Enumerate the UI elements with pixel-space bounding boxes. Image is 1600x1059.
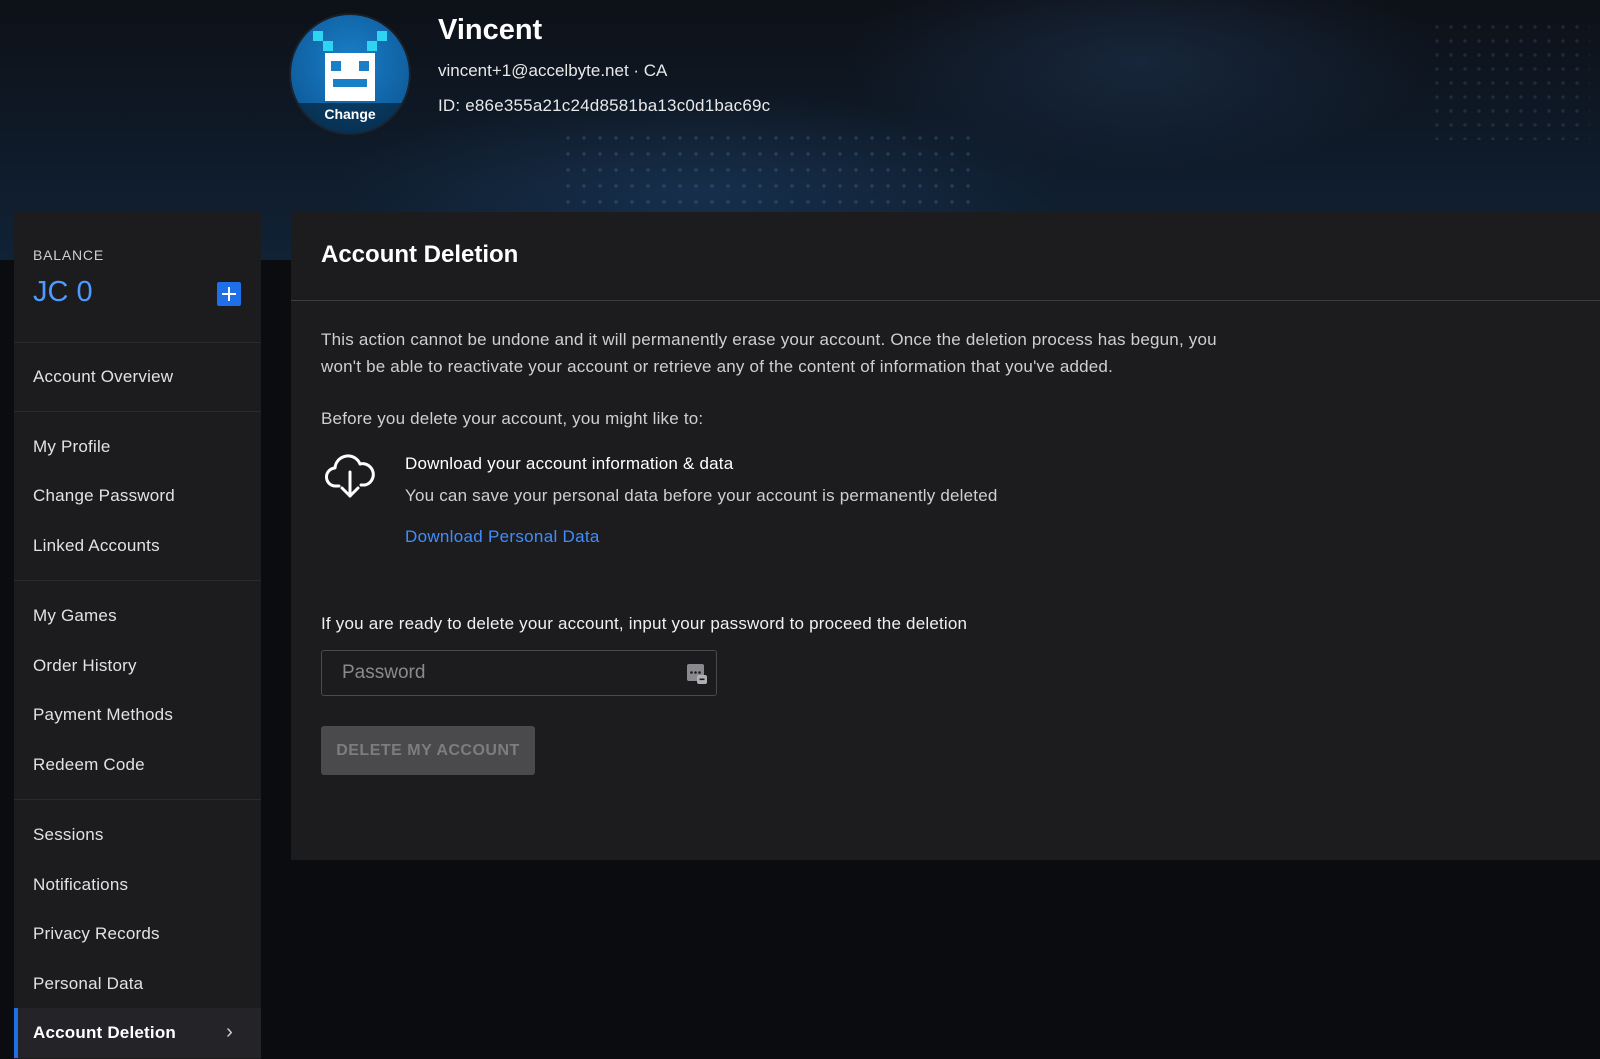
sidebar-item-account-deletion[interactable]: Account Deletion › — [14, 1008, 261, 1058]
balance-label: BALANCE — [33, 247, 104, 263]
deletion-warning-text: This action cannot be undone and it will… — [321, 330, 1217, 376]
balance-block: BALANCE JC 0 — [14, 212, 261, 343]
hero-dot-pattern-right — [1430, 20, 1590, 140]
download-data-title: Download your account information & data — [405, 454, 734, 473]
account-deletion-panel: Account Deletion This action cannot be u… — [291, 212, 1600, 860]
cloud-download-icon — [325, 454, 375, 505]
avatar[interactable]: Change — [291, 15, 409, 133]
download-data-subtitle: You can save your personal data before y… — [405, 486, 998, 505]
sidebar: BALANCE JC 0 Account Overview My Profile… — [14, 212, 261, 1059]
nav-group-profile: My Profile Change Password Linked Accoun… — [14, 412, 261, 581]
password-field — [321, 650, 717, 696]
nav-group-commerce: My Games Order History Payment Methods R… — [14, 581, 261, 800]
user-id: ID: e86e355a21c24d8581ba13c0d1bac69c — [438, 96, 771, 115]
sidebar-item-redeem-code[interactable]: Redeem Code — [14, 740, 261, 790]
hero-dot-pattern — [560, 130, 980, 220]
add-balance-button[interactable] — [217, 282, 241, 306]
sidebar-item-my-profile[interactable]: My Profile — [14, 422, 261, 472]
sidebar-item-privacy-records[interactable]: Privacy Records — [14, 909, 261, 959]
password-prompt-text: If you are ready to delete your account,… — [321, 614, 968, 633]
sidebar-item-linked-accounts[interactable]: Linked Accounts — [14, 521, 261, 571]
page-title: Account Deletion — [321, 241, 519, 268]
sidebar-item-change-password[interactable]: Change Password — [14, 471, 261, 521]
sidebar-item-my-games[interactable]: My Games — [14, 591, 261, 641]
nav-group-overview: Account Overview — [14, 343, 261, 412]
sidebar-item-notifications[interactable]: Notifications — [14, 860, 261, 910]
account-page: Change Vincent vincent+1@accelbyte.net ·… — [0, 0, 1600, 1059]
sidebar-item-label: Account Deletion — [33, 1023, 176, 1042]
space-invader-icon — [313, 31, 387, 101]
before-delete-text: Before you delete your account, you migh… — [321, 409, 704, 428]
sidebar-item-order-history[interactable]: Order History — [14, 641, 261, 691]
sidebar-item-personal-data[interactable]: Personal Data — [14, 959, 261, 1009]
user-name: Vincent — [438, 14, 543, 46]
chevron-right-icon: › — [226, 1021, 233, 1043]
nav-group-privacy: Sessions Notifications Privacy Records P… — [14, 800, 261, 1058]
user-email-country: vincent+1@accelbyte.net · CA — [438, 61, 668, 80]
sidebar-item-payment-methods[interactable]: Payment Methods — [14, 690, 261, 740]
balance-value: JC 0 — [33, 276, 93, 308]
password-input[interactable] — [322, 651, 682, 695]
avatar-change-button[interactable]: Change — [291, 103, 409, 133]
title-divider — [291, 300, 1600, 301]
delete-account-button[interactable]: DELETE MY ACCOUNT — [321, 726, 535, 775]
sidebar-item-account-overview[interactable]: Account Overview — [14, 352, 261, 402]
download-personal-data-link[interactable]: Download Personal Data — [405, 527, 600, 547]
password-manager-icon[interactable] — [686, 663, 708, 690]
sidebar-item-sessions[interactable]: Sessions — [14, 810, 261, 860]
plus-icon — [222, 287, 236, 301]
